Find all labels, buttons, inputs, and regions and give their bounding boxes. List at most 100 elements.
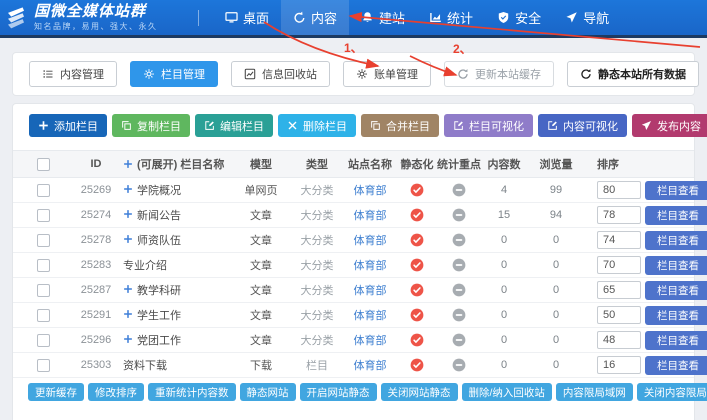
table-row: 25269学院概况单网页大分类体育部499栏目查看 — [13, 178, 694, 203]
site-name-link[interactable]: 体育部 — [343, 332, 397, 348]
column-management-button[interactable]: 栏目管理 — [130, 61, 218, 87]
column-name-link[interactable]: 学生工作 — [137, 307, 181, 323]
static-toggle[interactable] — [410, 258, 424, 272]
content-lan-only-button[interactable]: 内容限局域网 — [556, 383, 633, 401]
nav-item-statistics[interactable]: 统计 — [417, 0, 485, 35]
app-logo[interactable]: 国微全媒体站群 知名品牌，易用、强大、永久 — [0, 0, 196, 35]
expand-toggle[interactable] — [123, 284, 137, 297]
table-header-row: ID(可展开) 栏目名称模型类型站点名称静态化统计重点内容数浏览量排序 — [13, 150, 694, 178]
site-name-link[interactable]: 体育部 — [343, 307, 397, 323]
sort-input[interactable] — [597, 256, 641, 274]
col-model: 模型 — [231, 156, 291, 172]
static-all-site-data-button[interactable]: 静态本站所有数据 — [567, 61, 699, 87]
sort-input[interactable] — [597, 181, 641, 199]
row-checkbox[interactable] — [37, 284, 50, 297]
row-checkbox[interactable] — [37, 209, 50, 222]
edit-column-button[interactable]: 编辑栏目 — [195, 114, 273, 137]
column-name-link[interactable]: 资料下载 — [123, 357, 167, 373]
modify-sort-button[interactable]: 修改排序 — [88, 383, 144, 401]
static-site-button[interactable]: 静态网站 — [240, 383, 296, 401]
update-cache-button[interactable]: 更新缓存 — [28, 383, 84, 401]
sort-input[interactable] — [597, 281, 641, 299]
enable-site-static-button[interactable]: 开启网站静态 — [300, 383, 377, 401]
nav-item-content[interactable]: 内容 — [281, 0, 349, 35]
site-name-link[interactable]: 体育部 — [343, 232, 397, 248]
info-recycle-bin-button[interactable]: 信息回收站 — [231, 61, 330, 87]
column-name-link[interactable]: 新闻公告 — [137, 207, 181, 223]
nav-item-security[interactable]: 安全 — [485, 0, 553, 35]
column-visualization-button[interactable]: 栏目可视化 — [444, 114, 533, 137]
column-name-link[interactable]: 师资队伍 — [137, 232, 181, 248]
stat-focus-toggle[interactable] — [452, 258, 466, 272]
site-name-link[interactable]: 体育部 — [343, 182, 397, 198]
site-name-link[interactable]: 体育部 — [343, 207, 397, 223]
delete-column-button[interactable]: 删除栏目 — [278, 114, 356, 137]
select-all-checkbox[interactable] — [37, 158, 50, 171]
site-name-link[interactable]: 体育部 — [343, 282, 397, 298]
batch-action-buttons: 更新缓存修改排序重新统计内容数静态网站开启网站静态关闭网站静态删除/纳入回收站内… — [28, 383, 707, 401]
merge-column-button[interactable]: 合并栏目 — [361, 114, 439, 137]
column-view-button[interactable]: 栏目查看 — [645, 256, 707, 275]
sort-input[interactable] — [597, 231, 641, 249]
expand-toggle[interactable] — [123, 334, 137, 347]
sort-input[interactable] — [597, 356, 641, 374]
site-name-link[interactable]: 体育部 — [343, 257, 397, 273]
delete-to-recycle-button[interactable]: 删除/纳入回收站 — [462, 383, 552, 401]
sort-input[interactable] — [597, 331, 641, 349]
stat-focus-toggle[interactable] — [452, 208, 466, 222]
column-view-button[interactable]: 栏目查看 — [645, 231, 707, 250]
copy-column-button[interactable]: 复制栏目 — [112, 114, 190, 137]
column-name-link[interactable]: 教学科研 — [137, 282, 181, 298]
static-toggle[interactable] — [410, 183, 424, 197]
static-toggle[interactable] — [410, 208, 424, 222]
expand-toggle[interactable] — [123, 309, 137, 322]
expand-toggle[interactable] — [123, 234, 137, 247]
expand-toggle[interactable] — [123, 209, 137, 222]
column-name-link[interactable]: 学院概况 — [137, 182, 181, 198]
column-view-button[interactable]: 栏目查看 — [645, 356, 707, 375]
nav-item-navigation[interactable]: 导航 — [553, 0, 621, 35]
recount-contents-button[interactable]: 重新统计内容数 — [148, 383, 236, 401]
nav-item-site-build[interactable]: 建站 — [349, 0, 417, 35]
column-name-link[interactable]: 专业介绍 — [123, 257, 167, 273]
logo-icon — [4, 6, 28, 30]
sort-input[interactable] — [597, 306, 641, 324]
row-checkbox[interactable] — [37, 234, 50, 247]
publish-content-button[interactable]: 发布内容 — [632, 114, 707, 137]
static-toggle[interactable] — [410, 308, 424, 322]
stat-focus-toggle[interactable] — [452, 183, 466, 197]
column-view-button[interactable]: 栏目查看 — [645, 206, 707, 225]
row-checkbox[interactable] — [37, 259, 50, 272]
static-toggle[interactable] — [410, 283, 424, 297]
row-checkbox[interactable] — [37, 184, 50, 197]
stat-focus-toggle[interactable] — [452, 308, 466, 322]
stat-focus-toggle[interactable] — [452, 333, 466, 347]
col-type: 类型 — [291, 156, 343, 172]
column-name-link[interactable]: 党团工作 — [137, 332, 181, 348]
column-view-button[interactable]: 栏目查看 — [645, 181, 707, 200]
stat-focus-toggle[interactable] — [452, 283, 466, 297]
nav-item-desktop[interactable]: 桌面 — [213, 0, 281, 35]
row-checkbox[interactable] — [37, 334, 50, 347]
column-view-button[interactable]: 栏目查看 — [645, 306, 707, 325]
column-view-button[interactable]: 栏目查看 — [645, 281, 707, 300]
content-management-button[interactable]: 内容管理 — [29, 61, 117, 87]
static-toggle[interactable] — [410, 233, 424, 247]
sort-input[interactable] — [597, 206, 641, 224]
stat-focus-toggle[interactable] — [452, 233, 466, 247]
column-view-button[interactable]: 栏目查看 — [645, 331, 707, 350]
row-checkbox[interactable] — [37, 359, 50, 372]
row-checkbox[interactable] — [37, 309, 50, 322]
stat-focus-toggle[interactable] — [452, 358, 466, 372]
add-column-button[interactable]: 添加栏目 — [29, 114, 107, 137]
bill-management-button[interactable]: 账单管理 — [343, 61, 431, 87]
expand-toggle[interactable] — [123, 184, 137, 197]
static-toggle[interactable] — [410, 358, 424, 372]
disable-site-static-button[interactable]: 关闭网站静态 — [381, 383, 458, 401]
disable-content-lan-only-button[interactable]: 关闭内容限局域网 — [637, 383, 707, 401]
col-content-count: 内容数 — [481, 156, 527, 172]
site-name-link[interactable]: 体育部 — [343, 357, 397, 373]
content-visualization-button[interactable]: 内容可视化 — [538, 114, 627, 137]
static-toggle[interactable] — [410, 333, 424, 347]
update-site-cache-button[interactable]: 更新本站缓存 — [444, 61, 554, 87]
